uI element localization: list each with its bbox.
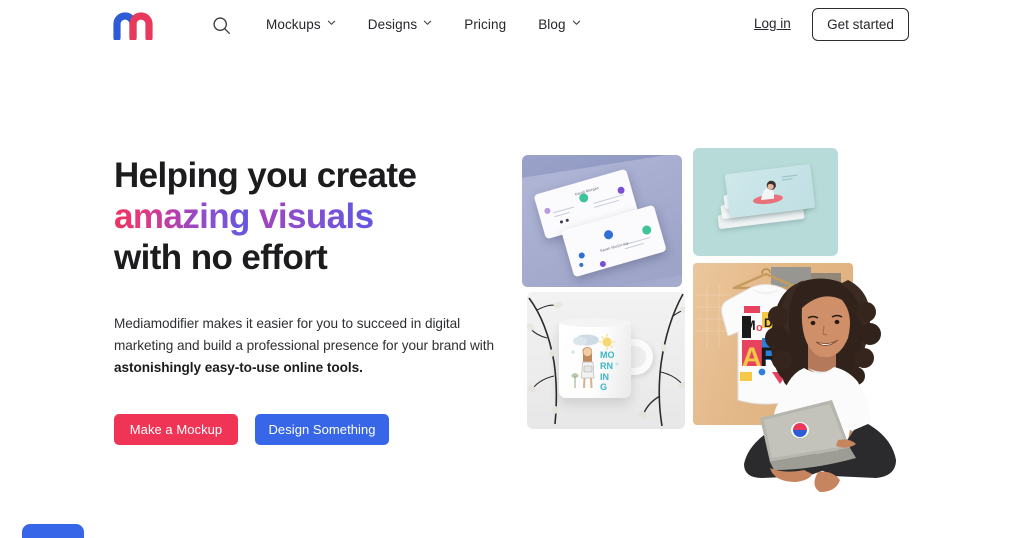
top-navigation-bar: Mockups Designs Pricing Blog Log in Get …	[0, 0, 1024, 49]
nav-item-mockups[interactable]: Mockups	[266, 11, 336, 38]
nav-item-designs[interactable]: Designs	[368, 11, 432, 38]
chevron-down-icon	[327, 18, 336, 27]
nav-label-blog: Blog	[538, 17, 566, 32]
svg-text:IN: IN	[600, 372, 609, 382]
hero-cta-row: Make a Mockup Design Something	[114, 414, 389, 445]
make-a-mockup-button[interactable]: Make a Mockup	[114, 414, 238, 445]
hero-paragraph-plain: Mediamodifier makes it easier for you to…	[114, 316, 494, 353]
nav-label-designs: Designs	[367, 17, 418, 32]
search-glyph	[212, 16, 230, 34]
studio-props	[749, 267, 853, 379]
headline-line-1: Helping you create	[114, 156, 417, 195]
nav-label-pricing: Pricing	[464, 17, 507, 32]
landing-page: Mockups Designs Pricing Blog Log in Get …	[0, 0, 1024, 538]
book-stack-mockup-tile[interactable]	[693, 148, 838, 256]
headline-word-amazing: amazing	[114, 197, 250, 236]
chevron-down-icon	[423, 18, 432, 27]
mug-printed-artwork: MO RN IN G	[571, 334, 619, 392]
logo-icon	[113, 12, 153, 42]
chevron-down-icon	[572, 18, 581, 27]
wall-grid-decor	[697, 285, 731, 347]
headline-word-visuals: visuals	[258, 197, 374, 236]
nav-label-mockups: Mockups	[266, 17, 321, 32]
mug-rim	[559, 318, 631, 327]
business-cards-mockup-tile[interactable]: David Morgan Sarah McCormly	[522, 155, 682, 287]
sweatshirt-mockup-tile[interactable]	[693, 263, 853, 425]
floating-action-pill[interactable]	[22, 524, 84, 538]
svg-text:RN: RN	[600, 361, 613, 371]
headline-line-3: with no effort	[114, 238, 328, 277]
page-title: Helping you create amazing visuals with …	[114, 155, 514, 278]
get-started-button[interactable]: Get started	[812, 8, 909, 41]
hero-paragraph: Mediamodifier makes it easier for you to…	[114, 313, 504, 379]
hero-paragraph-bold: astonishingly easy-to-use online tools.	[114, 360, 363, 375]
coffee-mug-mockup-tile[interactable]: MO RN IN G	[527, 292, 685, 429]
search-icon[interactable]	[209, 13, 233, 37]
primary-nav-links: Mockups Designs Pricing Blog	[266, 0, 581, 49]
hero-heading-block: Helping you create amazing visuals with …	[114, 155, 514, 278]
mediamodifier-logo[interactable]	[113, 8, 165, 42]
svg-text:G: G	[600, 382, 607, 392]
nav-item-blog[interactable]: Blog	[538, 11, 580, 38]
nav-item-pricing[interactable]: Pricing	[464, 11, 506, 38]
svg-text:MO: MO	[600, 350, 615, 360]
login-link[interactable]: Log in	[754, 16, 791, 31]
design-something-button[interactable]: Design Something	[255, 414, 389, 445]
